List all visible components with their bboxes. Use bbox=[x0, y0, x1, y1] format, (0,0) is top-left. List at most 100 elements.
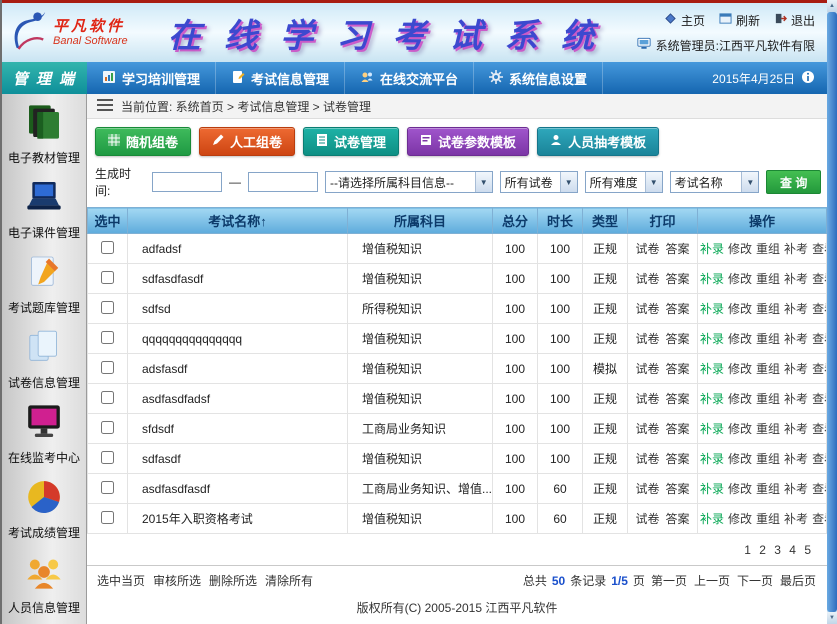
op-modify-link[interactable]: 修改 bbox=[728, 452, 752, 466]
print-answer-link[interactable]: 答案 bbox=[666, 332, 690, 346]
print-answer-link[interactable]: 答案 bbox=[666, 482, 690, 496]
print-paper-link[interactable]: 试卷 bbox=[635, 482, 659, 496]
op-supplement-link[interactable]: 补录 bbox=[700, 482, 724, 496]
page-link[interactable]: 1 bbox=[744, 543, 751, 557]
print-answer-link[interactable]: 答案 bbox=[666, 302, 690, 316]
sidebar-item-paper-info[interactable]: 试卷信息管理 bbox=[2, 321, 86, 396]
select-page-link[interactable]: 选中当页 bbox=[97, 572, 145, 589]
row-checkbox[interactable] bbox=[101, 301, 114, 314]
row-checkbox[interactable] bbox=[101, 361, 114, 374]
op-supplement-link[interactable]: 补录 bbox=[700, 332, 724, 346]
op-modify-link[interactable]: 修改 bbox=[728, 422, 752, 436]
refresh-link[interactable]: 刷新 bbox=[719, 12, 760, 29]
op-view-link[interactable]: 查看 bbox=[812, 332, 826, 346]
op-makeup-link[interactable]: 补考 bbox=[784, 422, 808, 436]
op-view-link[interactable]: 查看 bbox=[812, 362, 826, 376]
op-modify-link[interactable]: 修改 bbox=[728, 272, 752, 286]
last-page-link[interactable]: 最后页 bbox=[780, 572, 816, 589]
sidebar-item-question-bank[interactable]: 考试题库管理 bbox=[2, 246, 86, 321]
page-link[interactable]: 3 bbox=[774, 543, 781, 557]
sidebar-item-ebook[interactable]: 电子教材管理 bbox=[2, 96, 86, 171]
nav-item-online-chat[interactable]: 在线交流平台 bbox=[345, 62, 474, 94]
op-makeup-link[interactable]: 补考 bbox=[784, 512, 808, 526]
search-button[interactable]: 查 询 bbox=[766, 170, 821, 194]
print-answer-link[interactable]: 答案 bbox=[666, 392, 690, 406]
op-regroup-link[interactable]: 重组 bbox=[756, 332, 780, 346]
op-modify-link[interactable]: 修改 bbox=[728, 332, 752, 346]
page-link[interactable]: 4 bbox=[789, 543, 796, 557]
op-makeup-link[interactable]: 补考 bbox=[784, 332, 808, 346]
op-regroup-link[interactable]: 重组 bbox=[756, 302, 780, 316]
random-examinee-template-button[interactable]: 人员抽考模板 bbox=[537, 127, 659, 156]
first-page-link[interactable]: 第一页 bbox=[651, 572, 687, 589]
subject-select[interactable]: --请选择所属科目信息-- bbox=[325, 171, 493, 193]
row-checkbox[interactable] bbox=[101, 421, 114, 434]
print-answer-link[interactable]: 答案 bbox=[666, 422, 690, 436]
prev-page-link[interactable]: 上一页 bbox=[694, 572, 730, 589]
op-view-link[interactable]: 查看 bbox=[812, 392, 826, 406]
print-paper-link[interactable]: 试卷 bbox=[635, 422, 659, 436]
op-supplement-link[interactable]: 补录 bbox=[700, 242, 724, 256]
print-answer-link[interactable]: 答案 bbox=[666, 242, 690, 256]
paper-type-select[interactable]: 所有试卷 bbox=[500, 171, 578, 193]
op-supplement-link[interactable]: 补录 bbox=[700, 392, 724, 406]
print-paper-link[interactable]: 试卷 bbox=[635, 362, 659, 376]
print-answer-link[interactable]: 答案 bbox=[666, 272, 690, 286]
op-supplement-link[interactable]: 补录 bbox=[700, 512, 724, 526]
difficulty-select[interactable]: 所有难度 bbox=[585, 171, 663, 193]
op-view-link[interactable]: 查看 bbox=[812, 302, 826, 316]
op-modify-link[interactable]: 修改 bbox=[728, 392, 752, 406]
op-makeup-link[interactable]: 补考 bbox=[784, 242, 808, 256]
op-modify-link[interactable]: 修改 bbox=[728, 482, 752, 496]
row-checkbox[interactable] bbox=[101, 241, 114, 254]
page-link[interactable]: 2 bbox=[759, 543, 766, 557]
print-paper-link[interactable]: 试卷 bbox=[635, 332, 659, 346]
nav-item-system-settings[interactable]: 系统信息设置 bbox=[474, 62, 603, 94]
next-page-link[interactable]: 下一页 bbox=[737, 572, 773, 589]
op-makeup-link[interactable]: 补考 bbox=[784, 452, 808, 466]
op-makeup-link[interactable]: 补考 bbox=[784, 392, 808, 406]
menu-hamburger-icon[interactable] bbox=[97, 99, 113, 114]
print-paper-link[interactable]: 试卷 bbox=[635, 392, 659, 406]
op-view-link[interactable]: 查看 bbox=[812, 452, 826, 466]
info-icon[interactable] bbox=[801, 70, 815, 87]
clear-all-link[interactable]: 清除所有 bbox=[265, 572, 313, 589]
op-view-link[interactable]: 查看 bbox=[812, 242, 826, 256]
print-answer-link[interactable]: 答案 bbox=[666, 362, 690, 376]
scroll-up-arrow[interactable]: ▲ bbox=[827, 0, 837, 12]
op-regroup-link[interactable]: 重组 bbox=[756, 482, 780, 496]
op-regroup-link[interactable]: 重组 bbox=[756, 242, 780, 256]
page-link[interactable]: 5 bbox=[804, 543, 811, 557]
sidebar-item-proctor-center[interactable]: 在线监考中心 bbox=[2, 397, 86, 472]
print-answer-link[interactable]: 答案 bbox=[666, 452, 690, 466]
print-paper-link[interactable]: 试卷 bbox=[635, 302, 659, 316]
time-to-input[interactable] bbox=[248, 172, 318, 192]
op-view-link[interactable]: 查看 bbox=[812, 512, 826, 526]
print-paper-link[interactable]: 试卷 bbox=[635, 452, 659, 466]
manual-paper-button[interactable]: 人工组卷 bbox=[199, 127, 295, 156]
op-makeup-link[interactable]: 补考 bbox=[784, 482, 808, 496]
audit-selected-link[interactable]: 审核所选 bbox=[153, 572, 201, 589]
op-supplement-link[interactable]: 补录 bbox=[700, 422, 724, 436]
print-paper-link[interactable]: 试卷 bbox=[635, 272, 659, 286]
op-regroup-link[interactable]: 重组 bbox=[756, 512, 780, 526]
op-makeup-link[interactable]: 补考 bbox=[784, 272, 808, 286]
op-regroup-link[interactable]: 重组 bbox=[756, 422, 780, 436]
op-view-link[interactable]: 查看 bbox=[812, 482, 826, 496]
row-checkbox[interactable] bbox=[101, 271, 114, 284]
row-checkbox[interactable] bbox=[101, 511, 114, 524]
row-checkbox[interactable] bbox=[101, 331, 114, 344]
op-supplement-link[interactable]: 补录 bbox=[700, 302, 724, 316]
row-checkbox[interactable] bbox=[101, 481, 114, 494]
op-modify-link[interactable]: 修改 bbox=[728, 512, 752, 526]
header-exam-name-sortable[interactable]: 考试名称↑ bbox=[128, 208, 348, 234]
nav-item-exam-info[interactable]: 考试信息管理 bbox=[216, 62, 345, 94]
nav-item-training[interactable]: 学习培训管理 bbox=[87, 62, 216, 94]
row-checkbox[interactable] bbox=[101, 451, 114, 464]
logout-link[interactable]: 退出 bbox=[774, 12, 815, 29]
time-from-input[interactable] bbox=[152, 172, 222, 192]
op-regroup-link[interactable]: 重组 bbox=[756, 362, 780, 376]
scroll-down-arrow[interactable]: ▼ bbox=[827, 612, 837, 624]
home-link[interactable]: 主页 bbox=[664, 12, 705, 29]
op-supplement-link[interactable]: 补录 bbox=[700, 272, 724, 286]
